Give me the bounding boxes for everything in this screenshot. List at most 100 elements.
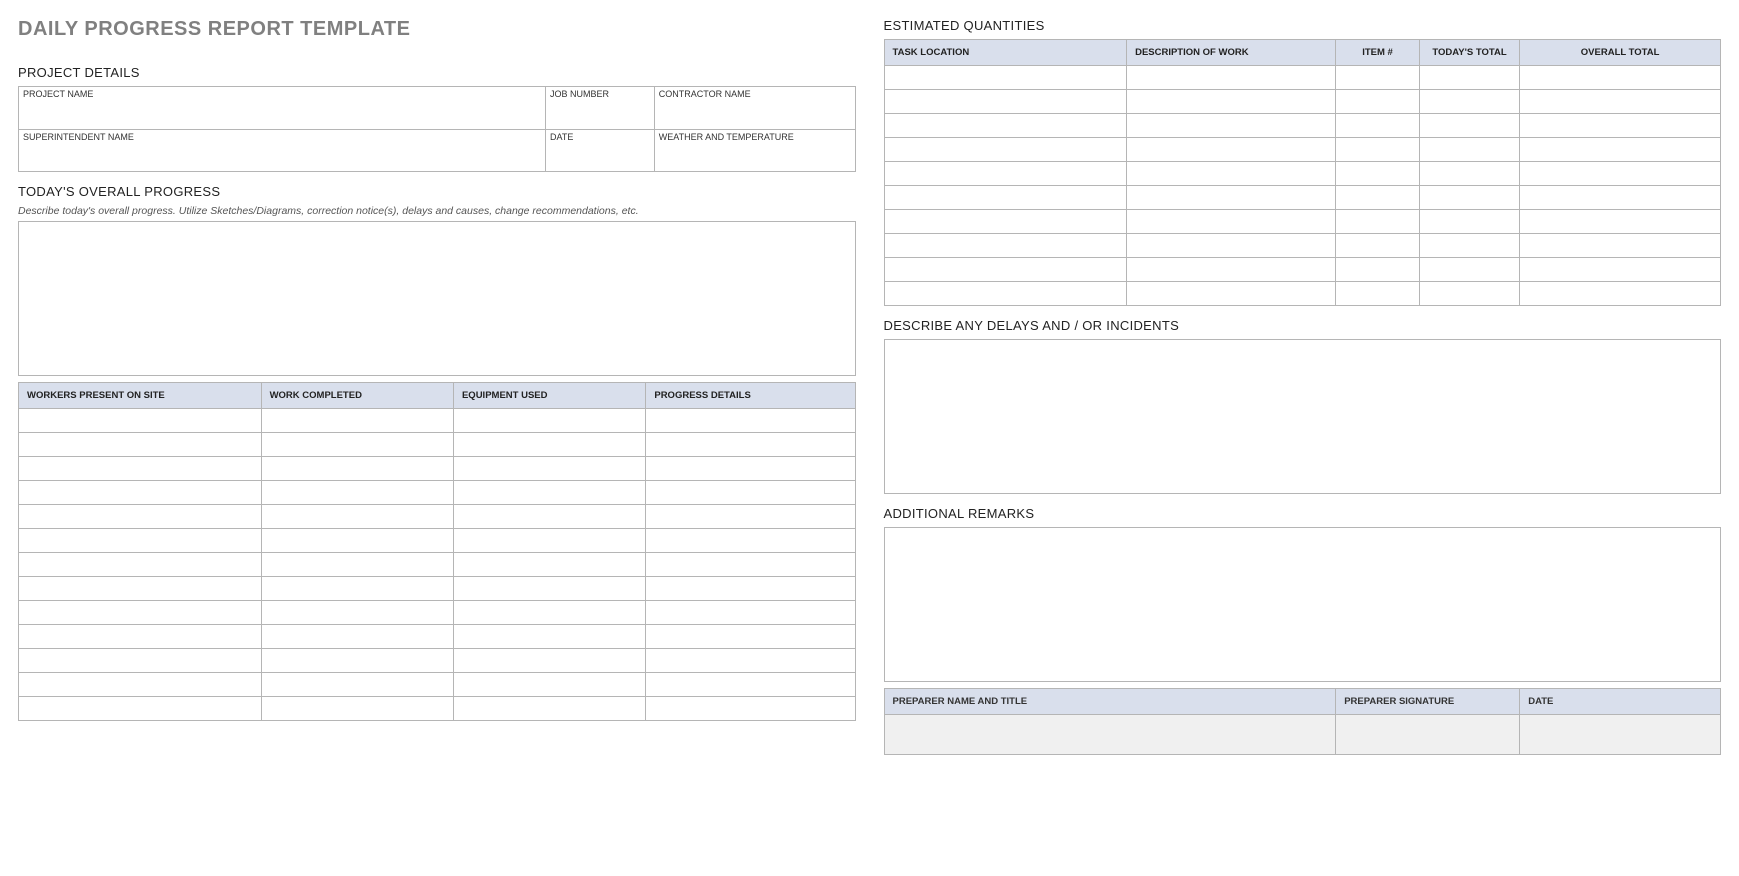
- input-project-name[interactable]: [19, 99, 546, 129]
- table-cell[interactable]: [646, 433, 855, 457]
- table-cell[interactable]: [1419, 66, 1519, 90]
- table-cell[interactable]: [453, 697, 645, 721]
- table-cell[interactable]: [884, 90, 1127, 114]
- table-cell[interactable]: [884, 114, 1127, 138]
- table-cell[interactable]: [1336, 282, 1420, 306]
- table-cell[interactable]: [1419, 234, 1519, 258]
- signoff-preparer-cell[interactable]: [884, 715, 1336, 755]
- table-cell[interactable]: [884, 234, 1127, 258]
- table-cell[interactable]: [19, 697, 262, 721]
- table-cell[interactable]: [884, 210, 1127, 234]
- table-cell[interactable]: [646, 673, 855, 697]
- table-cell[interactable]: [453, 457, 645, 481]
- signoff-signature-cell[interactable]: [1336, 715, 1520, 755]
- table-cell[interactable]: [1419, 90, 1519, 114]
- table-cell[interactable]: [1127, 66, 1336, 90]
- table-cell[interactable]: [1127, 282, 1336, 306]
- table-cell[interactable]: [1520, 114, 1721, 138]
- table-cell[interactable]: [1336, 234, 1420, 258]
- table-cell[interactable]: [646, 553, 855, 577]
- table-cell[interactable]: [261, 697, 453, 721]
- table-cell[interactable]: [19, 601, 262, 625]
- table-cell[interactable]: [19, 457, 262, 481]
- table-cell[interactable]: [1127, 258, 1336, 282]
- table-cell[interactable]: [1127, 210, 1336, 234]
- delays-box[interactable]: [884, 339, 1722, 494]
- table-cell[interactable]: [261, 481, 453, 505]
- table-cell[interactable]: [453, 553, 645, 577]
- table-cell[interactable]: [1336, 186, 1420, 210]
- input-date[interactable]: [546, 142, 655, 172]
- table-cell[interactable]: [884, 138, 1127, 162]
- table-cell[interactable]: [19, 553, 262, 577]
- table-cell[interactable]: [1419, 186, 1519, 210]
- table-cell[interactable]: [1419, 282, 1519, 306]
- table-cell[interactable]: [19, 409, 262, 433]
- input-weather-temp[interactable]: [654, 142, 855, 172]
- table-cell[interactable]: [1127, 90, 1336, 114]
- table-cell[interactable]: [261, 409, 453, 433]
- table-cell[interactable]: [1336, 210, 1420, 234]
- table-cell[interactable]: [453, 409, 645, 433]
- table-cell[interactable]: [1419, 258, 1519, 282]
- table-cell[interactable]: [646, 505, 855, 529]
- table-cell[interactable]: [1336, 138, 1420, 162]
- table-cell[interactable]: [261, 553, 453, 577]
- table-cell[interactable]: [453, 673, 645, 697]
- table-cell[interactable]: [261, 601, 453, 625]
- table-cell[interactable]: [1127, 162, 1336, 186]
- table-cell[interactable]: [1419, 114, 1519, 138]
- input-contractor-name[interactable]: [654, 99, 855, 129]
- table-cell[interactable]: [1520, 90, 1721, 114]
- table-cell[interactable]: [261, 673, 453, 697]
- table-cell[interactable]: [1520, 210, 1721, 234]
- table-cell[interactable]: [19, 673, 262, 697]
- table-cell[interactable]: [1419, 138, 1519, 162]
- overall-progress-box[interactable]: [18, 221, 856, 376]
- table-cell[interactable]: [646, 481, 855, 505]
- table-cell[interactable]: [1419, 210, 1519, 234]
- table-cell[interactable]: [19, 433, 262, 457]
- table-cell[interactable]: [261, 457, 453, 481]
- table-cell[interactable]: [884, 162, 1127, 186]
- table-cell[interactable]: [1127, 234, 1336, 258]
- table-cell[interactable]: [646, 577, 855, 601]
- table-cell[interactable]: [646, 409, 855, 433]
- table-cell[interactable]: [1520, 66, 1721, 90]
- table-cell[interactable]: [884, 66, 1127, 90]
- table-cell[interactable]: [646, 529, 855, 553]
- table-cell[interactable]: [646, 625, 855, 649]
- table-cell[interactable]: [19, 505, 262, 529]
- table-cell[interactable]: [19, 529, 262, 553]
- table-cell[interactable]: [19, 625, 262, 649]
- table-cell[interactable]: [261, 577, 453, 601]
- table-cell[interactable]: [453, 529, 645, 553]
- table-cell[interactable]: [453, 433, 645, 457]
- table-cell[interactable]: [1419, 162, 1519, 186]
- table-cell[interactable]: [19, 577, 262, 601]
- signoff-date-cell[interactable]: [1520, 715, 1721, 755]
- table-cell[interactable]: [1336, 90, 1420, 114]
- table-cell[interactable]: [1520, 186, 1721, 210]
- table-cell[interactable]: [1336, 66, 1420, 90]
- table-cell[interactable]: [261, 505, 453, 529]
- table-cell[interactable]: [261, 625, 453, 649]
- table-cell[interactable]: [261, 529, 453, 553]
- table-cell[interactable]: [646, 649, 855, 673]
- table-cell[interactable]: [1520, 138, 1721, 162]
- table-cell[interactable]: [646, 457, 855, 481]
- table-cell[interactable]: [453, 625, 645, 649]
- table-cell[interactable]: [1127, 114, 1336, 138]
- table-cell[interactable]: [19, 649, 262, 673]
- table-cell[interactable]: [453, 481, 645, 505]
- table-cell[interactable]: [453, 601, 645, 625]
- input-job-number[interactable]: [546, 99, 655, 129]
- table-cell[interactable]: [1127, 138, 1336, 162]
- table-cell[interactable]: [261, 649, 453, 673]
- table-cell[interactable]: [453, 577, 645, 601]
- table-cell[interactable]: [884, 282, 1127, 306]
- table-cell[interactable]: [884, 258, 1127, 282]
- table-cell[interactable]: [1520, 162, 1721, 186]
- table-cell[interactable]: [1520, 282, 1721, 306]
- input-superintendent-name[interactable]: [19, 142, 546, 172]
